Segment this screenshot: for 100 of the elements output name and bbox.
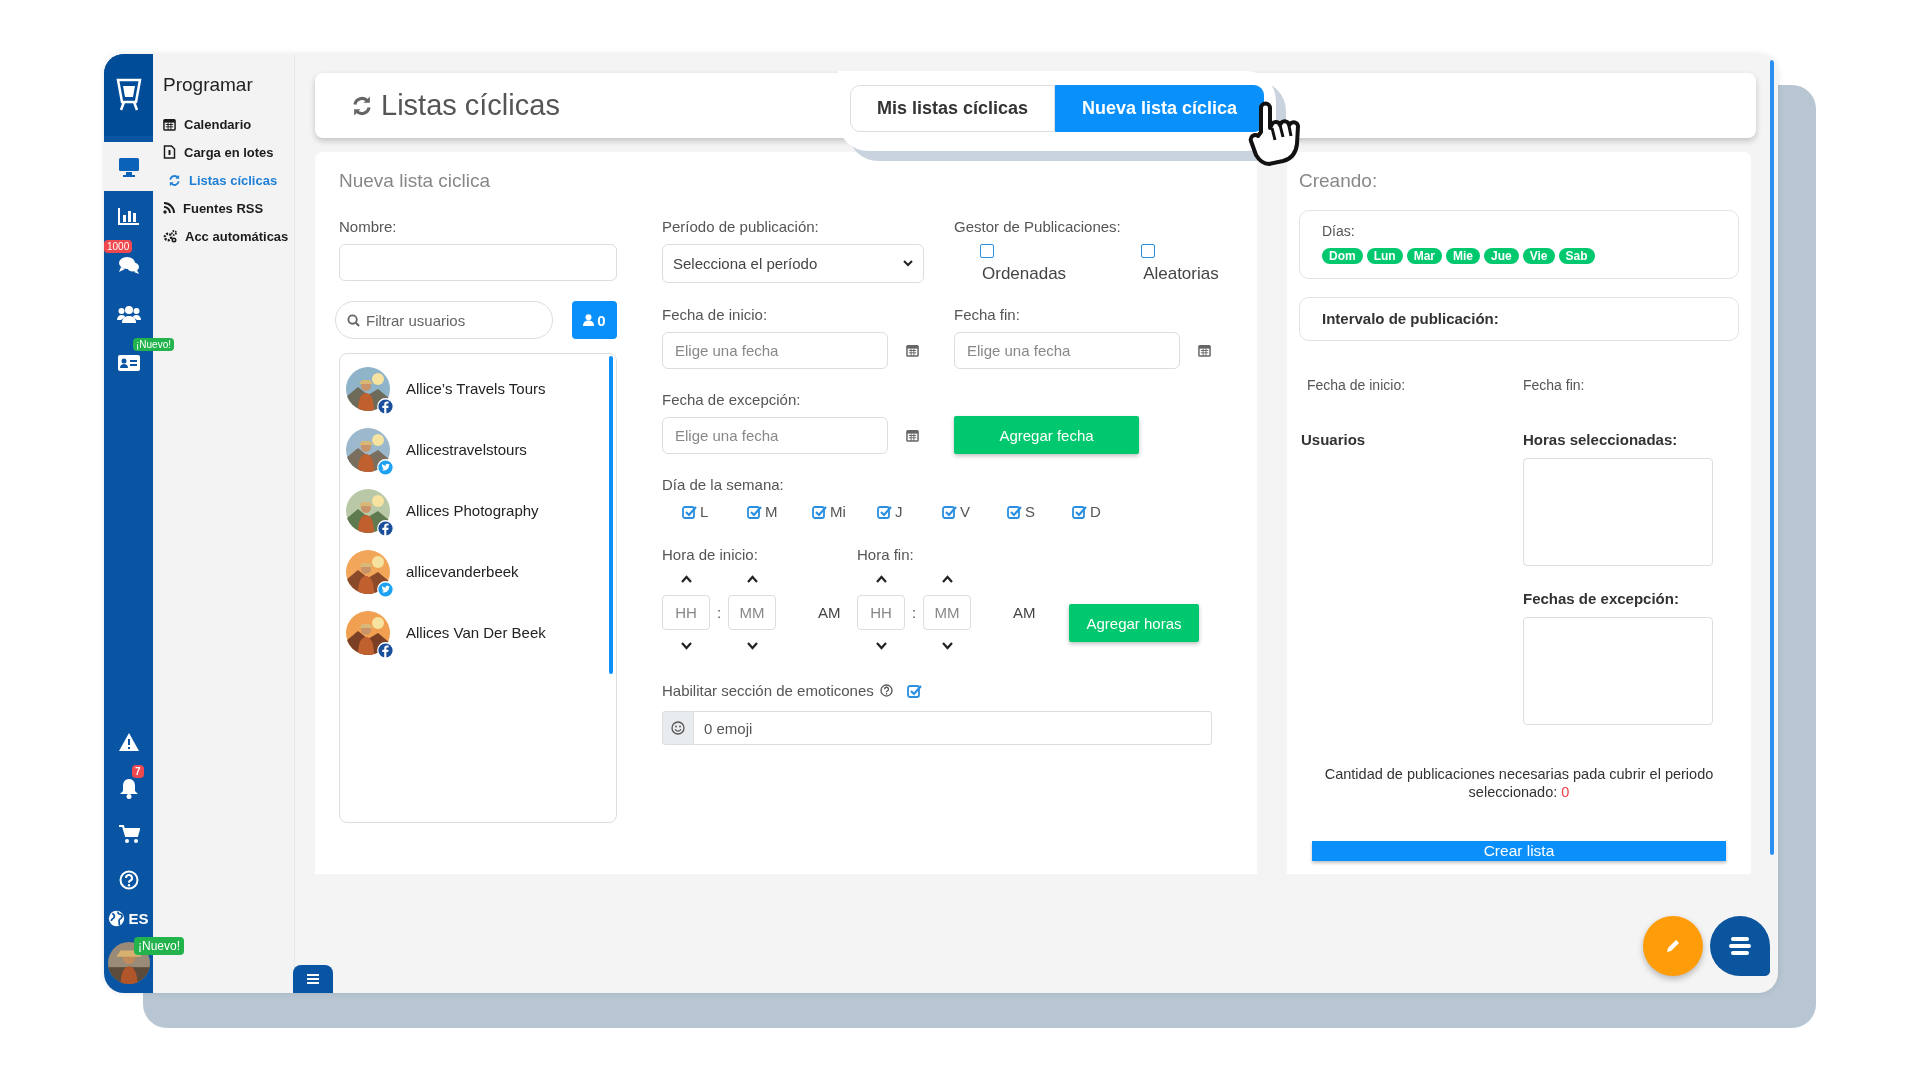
sync-icon bbox=[168, 173, 181, 187]
rss-icon bbox=[163, 202, 175, 214]
chevron-down-icon[interactable] bbox=[875, 642, 887, 650]
checkbox[interactable] bbox=[1141, 244, 1156, 258]
language-button[interactable]: ES bbox=[104, 903, 153, 933]
cup-logo-icon bbox=[115, 78, 142, 112]
option-label: Ordenadas bbox=[982, 264, 1067, 284]
help-icon[interactable] bbox=[879, 684, 893, 697]
day-label: M bbox=[765, 503, 778, 520]
chevron-up-icon[interactable] bbox=[746, 575, 758, 583]
name-field[interactable] bbox=[339, 244, 617, 281]
menu-item[interactable]: Fuentes RSS bbox=[163, 194, 294, 222]
emoji-field[interactable]: 0 emoji bbox=[694, 711, 1212, 745]
checkbox[interactable] bbox=[980, 244, 994, 258]
chat-icon bbox=[117, 254, 140, 275]
period-select[interactable]: Selecciona el período bbox=[662, 244, 924, 283]
day-pill: Vie bbox=[1522, 248, 1555, 264]
date-field[interactable]: Elige una fecha bbox=[662, 417, 888, 454]
menu-item[interactable]: Listas cíclicas bbox=[163, 166, 294, 194]
notification-badge: ¡Nuevo! bbox=[133, 338, 174, 351]
filter-field[interactable]: Filtrar usuarios bbox=[335, 301, 553, 339]
calendar-icon bbox=[163, 117, 176, 131]
lines-icon bbox=[1728, 936, 1752, 956]
chevron-up-icon[interactable] bbox=[680, 575, 692, 583]
am-pm-toggle[interactable]: AM bbox=[1013, 604, 1036, 621]
menu-item[interactable]: Acc automáticas bbox=[163, 222, 294, 250]
menu-item[interactable]: Calendario bbox=[163, 110, 294, 138]
day-label: Mi bbox=[830, 503, 846, 520]
user-name[interactable]: allicevanderbeek bbox=[406, 563, 519, 580]
field-label: Fecha de excepción: bbox=[662, 391, 802, 408]
field-label: Hora de inicio: bbox=[662, 546, 759, 563]
menu-button[interactable] bbox=[293, 965, 333, 993]
new-badge: ¡Nuevo! bbox=[134, 937, 185, 955]
field-label: Habilitar sección de emoticones bbox=[662, 682, 874, 699]
am-pm-toggle[interactable]: AM bbox=[818, 604, 841, 621]
time-separator: : bbox=[910, 604, 918, 621]
day-label: S bbox=[1025, 503, 1035, 520]
count-text: Cantidad de publicaciones necesarias pada cubrir el periodo seleccionado: 0 bbox=[1323, 765, 1715, 801]
cart-icon bbox=[117, 824, 140, 844]
calendar-icon[interactable] bbox=[1198, 344, 1211, 357]
file-icon bbox=[163, 145, 176, 159]
section-heading: Fechas de excepción: bbox=[1523, 590, 1680, 607]
bar-chart-icon bbox=[117, 206, 140, 225]
sync-icon bbox=[351, 94, 373, 117]
day-pill: Mar bbox=[1406, 248, 1442, 264]
user-name[interactable]: Allices Van Der Beek bbox=[406, 624, 546, 641]
user-icon bbox=[583, 314, 595, 326]
day-pill: Mie bbox=[1446, 248, 1481, 264]
rail-button[interactable] bbox=[115, 353, 142, 372]
field-label: Fecha fin: bbox=[954, 306, 1021, 323]
checkbox[interactable] bbox=[906, 683, 922, 698]
chevron-down-icon[interactable] bbox=[680, 642, 692, 650]
day-pill: Jue bbox=[1484, 248, 1519, 264]
field-label: Fecha fin: bbox=[1523, 377, 1586, 393]
checkbox[interactable] bbox=[747, 504, 762, 519]
chat-button[interactable] bbox=[1710, 916, 1770, 976]
checkbox[interactable] bbox=[812, 504, 827, 519]
minute-field[interactable]: MM bbox=[728, 595, 776, 630]
checkbox[interactable] bbox=[1072, 504, 1087, 519]
day-label: J bbox=[895, 503, 903, 520]
calendar-icon[interactable] bbox=[906, 344, 919, 357]
help-icon bbox=[118, 870, 139, 890]
field-label: Día de la semana: bbox=[662, 476, 785, 493]
tab[interactable]: Mis listas cíclicas bbox=[849, 85, 1055, 132]
hour-field[interactable]: HH bbox=[662, 595, 710, 630]
warning-icon bbox=[117, 732, 140, 752]
checkbox[interactable] bbox=[942, 504, 957, 519]
menu-item[interactable]: Carga en lotes bbox=[163, 138, 294, 166]
chevron-up-icon[interactable] bbox=[875, 575, 887, 583]
section-heading: Usuarios bbox=[1301, 431, 1367, 448]
user-name[interactable]: Allice’s Travels Tours bbox=[406, 380, 546, 397]
calendar-icon[interactable] bbox=[906, 429, 919, 442]
chevron-down-icon[interactable] bbox=[746, 642, 758, 650]
field-label: Período de publicación: bbox=[662, 218, 820, 235]
chevron-up-icon[interactable] bbox=[941, 575, 953, 583]
section-title: Programar bbox=[163, 74, 254, 96]
chevron-down-icon bbox=[903, 260, 913, 267]
field-label: Gestor de Publicaciones: bbox=[954, 218, 1122, 235]
user-name[interactable]: Allicestravelstours bbox=[406, 441, 527, 458]
pencil-icon bbox=[1665, 938, 1681, 954]
page-title: Listas cíclicas bbox=[381, 89, 560, 122]
checkbox[interactable] bbox=[1007, 504, 1022, 519]
date-field[interactable]: Elige una fecha bbox=[662, 332, 888, 369]
rail-button[interactable] bbox=[104, 142, 153, 191]
minute-field[interactable]: MM bbox=[923, 595, 971, 630]
time-separator: : bbox=[715, 604, 723, 621]
chevron-down-icon[interactable] bbox=[941, 642, 953, 650]
checkbox[interactable] bbox=[877, 504, 892, 519]
checkbox[interactable] bbox=[682, 504, 697, 519]
date-field[interactable]: Elige una fecha bbox=[954, 332, 1180, 369]
field-label: Hora fin: bbox=[857, 546, 915, 563]
menu-icon bbox=[307, 974, 319, 984]
user-name[interactable]: Allices Photography bbox=[406, 502, 539, 519]
hour-field[interactable]: HH bbox=[857, 595, 905, 630]
day-label: L bbox=[700, 503, 709, 520]
card-title: Creando: bbox=[1299, 170, 1379, 192]
field-label: Días: bbox=[1322, 223, 1356, 239]
field-label: Fecha de inicio: bbox=[662, 306, 769, 323]
field-label: Fecha de inicio: bbox=[1306, 377, 1407, 393]
id-card-icon bbox=[116, 353, 141, 372]
